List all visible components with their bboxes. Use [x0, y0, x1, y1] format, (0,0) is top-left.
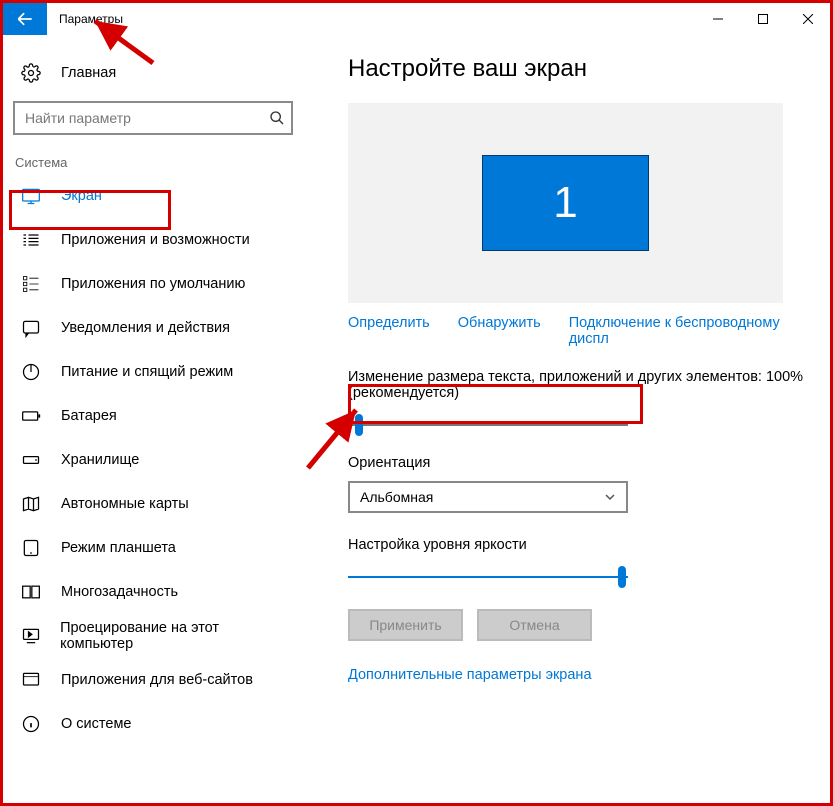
orientation-value: Альбомная: [360, 489, 433, 505]
info-icon: [19, 714, 43, 734]
projecting-icon: [19, 626, 42, 646]
sidebar-item-label: Батарея: [61, 408, 117, 424]
sidebar-item-label: Приложения и возможности: [61, 232, 250, 248]
sidebar-item-about[interactable]: О системе: [3, 702, 303, 746]
sidebar-item-label: Уведомления и действия: [61, 320, 230, 336]
display-icon: [19, 186, 43, 206]
sidebar-item-label: Автономные карты: [61, 496, 189, 512]
sidebar-item-notifications[interactable]: Уведомления и действия: [3, 306, 303, 350]
page-heading: Настройте ваш экран: [348, 55, 822, 83]
maximize-button[interactable]: [740, 3, 785, 35]
identify-link[interactable]: Обнаружить: [458, 315, 541, 347]
map-icon: [19, 494, 43, 514]
multitasking-icon: [19, 582, 43, 602]
web-apps-icon: [19, 670, 43, 690]
default-apps-icon: [19, 274, 43, 294]
sidebar-item-multitasking[interactable]: Многозадачность: [3, 570, 303, 614]
sidebar-item-label: Проецирование на этот компьютер: [60, 620, 287, 652]
storage-icon: [19, 450, 43, 470]
brightness-slider[interactable]: [348, 563, 628, 591]
display-links: Определить Обнаружить Подключение к бесп…: [348, 315, 822, 347]
sidebar-item-web-apps[interactable]: Приложения для веб-сайтов: [3, 658, 303, 702]
button-row: Применить Отмена: [348, 609, 822, 641]
wireless-link[interactable]: Подключение к беспроводному диспл: [569, 315, 822, 347]
monitor-1[interactable]: 1: [482, 155, 649, 251]
sidebar-item-label: О системе: [61, 716, 131, 732]
sidebar-item-label: Приложения для веб-сайтов: [61, 672, 253, 688]
sidebar-item-label: Питание и спящий режим: [61, 364, 233, 380]
power-icon: [19, 362, 43, 382]
chevron-down-icon: [604, 491, 616, 503]
sidebar-home-label: Главная: [61, 65, 116, 81]
main-panel: Настройте ваш экран 1 Определить Обнаруж…: [303, 35, 830, 803]
arrow-left-icon: [15, 9, 35, 29]
sidebar-item-label: Экран: [61, 188, 102, 204]
sidebar-item-label: Приложения по умолчанию: [61, 276, 245, 292]
advanced-display-link[interactable]: Дополнительные параметры экрана: [348, 667, 822, 683]
sidebar-item-tablet[interactable]: Режим планшета: [3, 526, 303, 570]
battery-icon: [19, 406, 43, 426]
orientation-label: Ориентация: [348, 455, 822, 471]
sidebar-item-label: Хранилище: [61, 452, 139, 468]
display-preview: 1: [348, 103, 783, 303]
titlebar: Параметры: [3, 3, 830, 35]
scale-label: Изменение размера текста, приложений и д…: [348, 369, 822, 401]
orientation-select[interactable]: Альбомная: [348, 481, 628, 513]
sidebar-item-label: Режим планшета: [61, 540, 176, 556]
search-input[interactable]: [13, 101, 293, 135]
scale-slider[interactable]: [348, 411, 628, 439]
search-icon: [269, 110, 285, 126]
gear-icon: [19, 63, 43, 83]
window-controls: [695, 3, 830, 35]
sidebar-item-default-apps[interactable]: Приложения по умолчанию: [3, 262, 303, 306]
back-button[interactable]: [3, 3, 47, 35]
cancel-button[interactable]: Отмена: [477, 609, 592, 641]
window-title: Параметры: [59, 12, 123, 26]
search-wrap: [13, 101, 293, 135]
apply-button[interactable]: Применить: [348, 609, 463, 641]
sidebar-group-label: Система: [3, 149, 303, 174]
sidebar: Главная Система Экран Приложения и возмо…: [3, 35, 303, 803]
close-button[interactable]: [785, 3, 830, 35]
notifications-icon: [19, 318, 43, 338]
sidebar-item-projecting[interactable]: Проецирование на этот компьютер: [3, 614, 303, 658]
sidebar-item-maps[interactable]: Автономные карты: [3, 482, 303, 526]
sidebar-item-storage[interactable]: Хранилище: [3, 438, 303, 482]
tablet-icon: [19, 538, 43, 558]
sidebar-item-power[interactable]: Питание и спящий режим: [3, 350, 303, 394]
apps-icon: [19, 230, 43, 250]
sidebar-item-apps[interactable]: Приложения и возможности: [3, 218, 303, 262]
sidebar-item-display[interactable]: Экран: [3, 174, 303, 218]
sidebar-item-label: Многозадачность: [61, 584, 178, 600]
brightness-label: Настройка уровня яркости: [348, 537, 822, 553]
sidebar-item-battery[interactable]: Батарея: [3, 394, 303, 438]
detect-link[interactable]: Определить: [348, 315, 430, 347]
sidebar-home[interactable]: Главная: [3, 51, 303, 95]
minimize-button[interactable]: [695, 3, 740, 35]
